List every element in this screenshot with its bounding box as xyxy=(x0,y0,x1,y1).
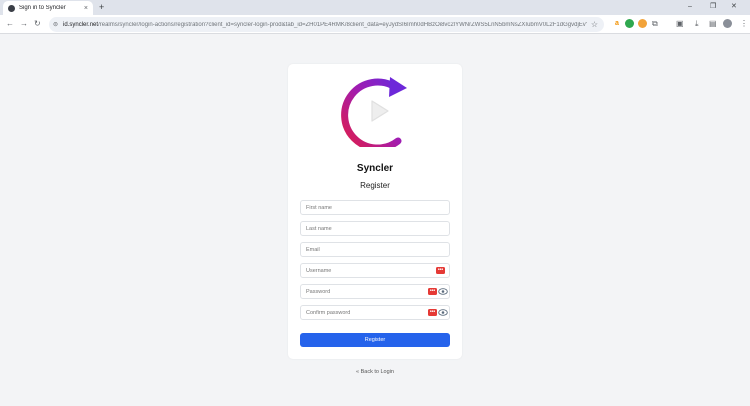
forward-button[interactable]: → xyxy=(20,18,28,30)
register-card: Syncler Register ••• ••• ••• Register xyxy=(288,64,462,359)
app-name: Syncler xyxy=(356,163,394,174)
url-host: id.syncler.net xyxy=(63,21,99,28)
profile-avatar[interactable] xyxy=(723,19,732,28)
back-to-login-link[interactable]: « Back to Login xyxy=(300,369,450,375)
eye-icon[interactable] xyxy=(438,308,448,317)
browser-toolbar: ← → ↻ ⊜ id.syncler.net /realms/syncler/l… xyxy=(0,15,750,34)
syncler-logo-icon xyxy=(341,77,407,147)
username-field[interactable]: ••• xyxy=(300,263,450,278)
site-info-icon[interactable]: ⊜ xyxy=(53,21,58,28)
minimize-button[interactable]: – xyxy=(688,2,692,12)
confirm-password-field[interactable]: ••• xyxy=(300,305,450,320)
bookmarks-icon[interactable]: ▤ xyxy=(709,18,717,30)
browser-tab[interactable]: Sign in to Syncler × xyxy=(3,1,93,15)
email-field[interactable] xyxy=(300,242,450,257)
sidebar-icon[interactable]: ▣ xyxy=(676,18,684,30)
password-manager-icon[interactable]: ••• xyxy=(436,267,445,274)
first-name-input[interactable] xyxy=(301,201,449,214)
tab-title: Sign in to Syncler xyxy=(19,5,66,11)
email-input[interactable] xyxy=(301,243,449,256)
puzzle-extension-icon[interactable]: ⧉ xyxy=(652,18,658,30)
close-window-button[interactable]: ✕ xyxy=(731,2,737,12)
tab-close-icon[interactable]: × xyxy=(84,5,88,12)
reload-button[interactable]: ↻ xyxy=(34,18,41,30)
password-manager-icon[interactable]: ••• xyxy=(428,288,437,295)
password-input[interactable] xyxy=(301,285,449,298)
password-manager-icon[interactable]: ••• xyxy=(428,309,437,316)
green-extension-icon[interactable] xyxy=(625,19,634,28)
form-title: Register xyxy=(360,181,390,190)
back-button[interactable]: ← xyxy=(6,18,14,30)
eye-icon[interactable] xyxy=(438,287,448,296)
first-name-field[interactable] xyxy=(300,200,450,215)
star-icon[interactable]: ☆ xyxy=(591,20,598,29)
new-tab-button[interactable]: + xyxy=(99,1,104,13)
register-button[interactable]: Register xyxy=(300,333,450,347)
username-input[interactable] xyxy=(301,264,449,277)
maximize-button[interactable]: ❐ xyxy=(710,2,716,12)
last-name-input[interactable] xyxy=(301,222,449,235)
last-name-field[interactable] xyxy=(300,221,450,236)
confirm-password-input[interactable] xyxy=(301,306,449,319)
amazon-extension-icon[interactable]: a xyxy=(612,19,622,29)
syncler-favicon-icon xyxy=(8,4,15,12)
url-path: /realms/syncler/login-actions/registrati… xyxy=(98,21,587,28)
download-icon[interactable]: ⤓ xyxy=(695,18,699,30)
menu-icon[interactable]: ⋮ xyxy=(740,18,748,30)
orange-extension-icon[interactable] xyxy=(638,19,647,28)
password-field[interactable]: ••• xyxy=(300,284,450,299)
browser-tab-strip: Sign in to Syncler × + – ❐ ✕ xyxy=(0,0,750,15)
address-bar[interactable]: ⊜ id.syncler.net /realms/syncler/login-a… xyxy=(49,17,604,32)
